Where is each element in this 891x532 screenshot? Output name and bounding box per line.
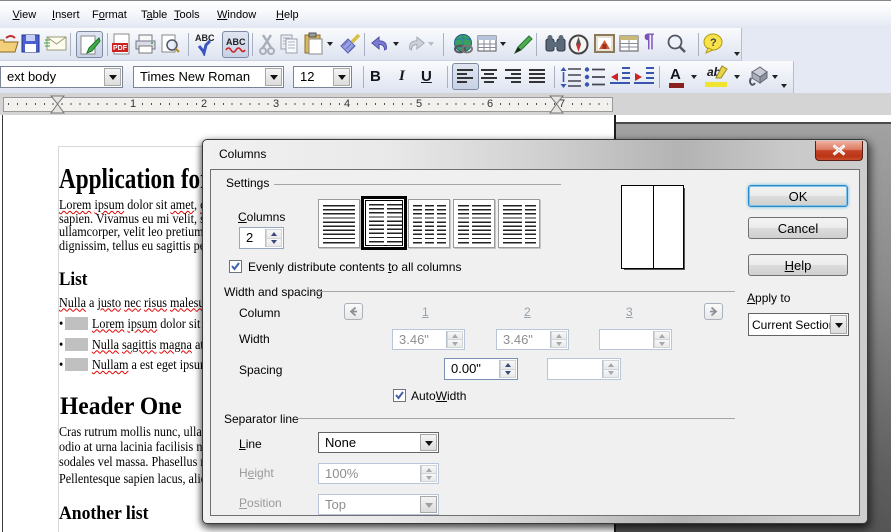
svg-text:PDF: PDF	[113, 45, 128, 52]
svg-text:ABC: ABC	[226, 37, 246, 47]
svg-text:?: ?	[710, 37, 717, 49]
svg-text:ABC: ABC	[195, 33, 215, 43]
